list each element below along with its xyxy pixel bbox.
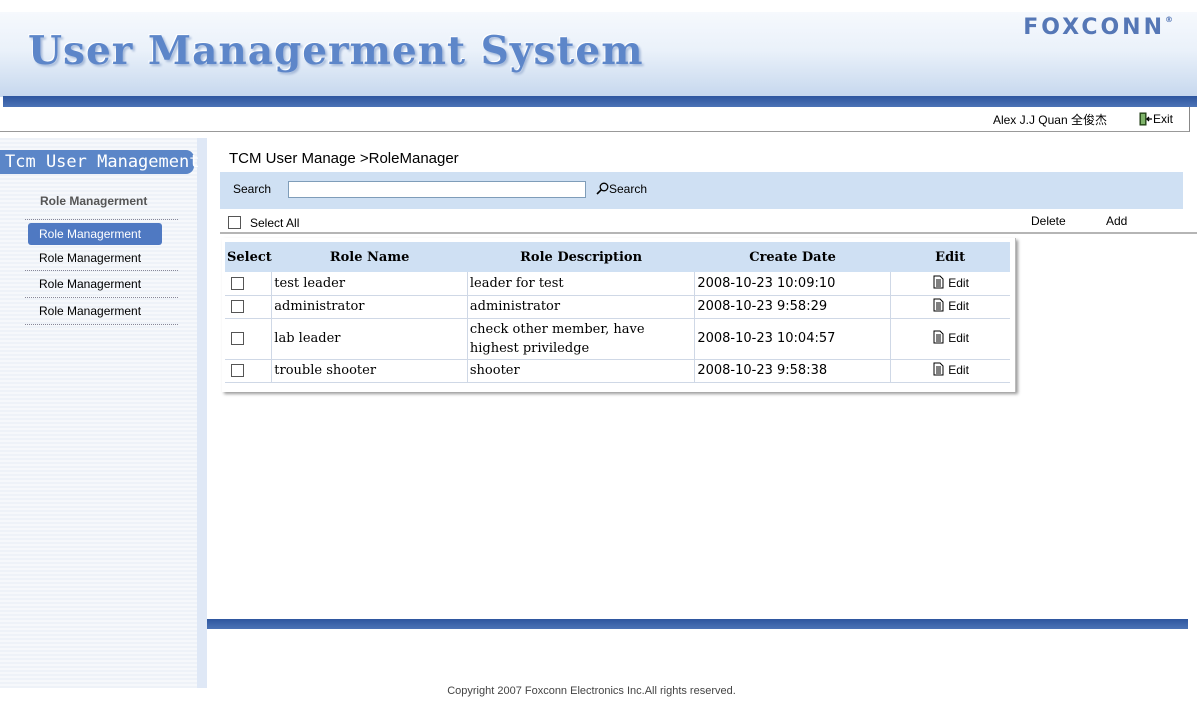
sidebar: Tcm User Management Role Managerment Rol… bbox=[0, 138, 207, 688]
select-all-label: Select All bbox=[250, 216, 300, 230]
select-all-checkbox[interactable] bbox=[228, 216, 241, 229]
row-select-cell bbox=[225, 272, 273, 296]
role-table: Select Role Name Role Description Create… bbox=[225, 242, 1010, 383]
edit-button[interactable]: Edit bbox=[932, 362, 969, 377]
sidebar-divider bbox=[25, 324, 178, 325]
role-table-container: Select Role Name Role Description Create… bbox=[222, 238, 1016, 392]
edit-label: Edit bbox=[948, 331, 969, 345]
search-button-label: Search bbox=[609, 182, 648, 196]
document-edit-icon bbox=[933, 275, 944, 289]
edit-cell: Edit bbox=[890, 359, 1010, 383]
sidebar-item-role-management-1[interactable]: Role Managerment bbox=[28, 223, 162, 245]
footer-divider-bar bbox=[207, 619, 1188, 629]
column-header-select: Select bbox=[227, 249, 272, 265]
column-header-create-date[interactable]: Create Date bbox=[695, 242, 890, 272]
sidebar-item-role-management-3[interactable]: Role Managerment bbox=[28, 273, 162, 295]
sidebar-panel: Tcm User Management Role Managerment Rol… bbox=[0, 138, 199, 688]
column-header-role-name[interactable]: Role Name bbox=[272, 242, 468, 272]
role-name-cell: test leader bbox=[271, 272, 468, 296]
role-name-cell: trouble shooter bbox=[271, 359, 468, 383]
document-edit-icon bbox=[933, 362, 944, 376]
app-title: User Managerment System bbox=[28, 28, 644, 74]
breadcrumb: TCM User Manage >RoleManager bbox=[229, 150, 459, 167]
app-header: User Managerment System FOXCONN® bbox=[0, 12, 1197, 97]
table-row: test leader leader for test 2008-10-23 1… bbox=[225, 272, 1010, 296]
copyright-notice: Copyright 2007 Foxconn Electronics Inc.A… bbox=[447, 685, 736, 697]
create-date-cell: 2008-10-23 10:09:10 bbox=[694, 272, 891, 296]
page-root: User Managerment System FOXCONN® Alex J.… bbox=[0, 0, 1197, 702]
create-date-cell: 2008-10-23 9:58:29 bbox=[694, 295, 891, 319]
delete-button[interactable]: Delete bbox=[1031, 214, 1066, 228]
edit-cell: Edit bbox=[890, 295, 1010, 319]
create-date-cell: 2008-10-23 10:04:57 bbox=[694, 318, 891, 360]
document-edit-icon bbox=[933, 298, 944, 312]
registered-mark: ® bbox=[1165, 15, 1173, 24]
row-select-cell bbox=[225, 359, 273, 383]
search-input[interactable] bbox=[288, 181, 586, 198]
sidebar-section-heading: Role Managerment bbox=[40, 194, 148, 208]
document-edit-icon bbox=[933, 330, 944, 344]
brand-name: FOXCONN bbox=[1023, 15, 1165, 40]
sidebar-item-role-management-4[interactable]: Role Managerment bbox=[28, 300, 162, 322]
search-label: Search bbox=[233, 182, 272, 196]
edit-label: Edit bbox=[948, 363, 969, 377]
row-checkbox[interactable] bbox=[231, 332, 244, 345]
exit-door-icon bbox=[1139, 112, 1153, 126]
table-action-row: Select All Delete Add bbox=[220, 214, 1197, 234]
search-button[interactable]: Search bbox=[596, 182, 647, 196]
row-select-cell bbox=[225, 295, 273, 319]
sidebar-divider bbox=[25, 297, 178, 298]
edit-label: Edit bbox=[948, 299, 969, 313]
table-row: trouble shooter shooter 2008-10-23 9:58:… bbox=[225, 359, 1010, 383]
current-user-name: Alex J.J Quan 全俊杰 bbox=[992, 113, 1107, 127]
role-description-cell: administrator bbox=[467, 295, 696, 319]
row-checkbox[interactable] bbox=[231, 300, 244, 313]
magnifier-icon bbox=[596, 182, 609, 195]
edit-button[interactable]: Edit bbox=[932, 330, 969, 345]
sidebar-title: Tcm User Management bbox=[0, 150, 199, 174]
table-row: administrator administrator 2008-10-23 9… bbox=[225, 295, 1010, 319]
role-description-cell: check other member, have highest privile… bbox=[467, 318, 696, 360]
role-description-cell: shooter bbox=[467, 359, 696, 383]
column-header-edit: Edit bbox=[935, 249, 966, 265]
create-date-cell: 2008-10-23 9:58:38 bbox=[694, 359, 891, 383]
user-strip: Alex J.J Quan 全俊杰 Exit bbox=[0, 107, 1190, 132]
column-header-role-description[interactable]: Role Description bbox=[467, 242, 694, 272]
edit-button[interactable]: Edit bbox=[932, 298, 969, 313]
row-checkbox[interactable] bbox=[231, 364, 244, 377]
edit-button[interactable]: Edit bbox=[932, 275, 969, 290]
exit-label: Exit bbox=[1152, 112, 1173, 126]
table-row: lab leader check other member, have high… bbox=[225, 318, 1010, 360]
row-select-cell bbox=[225, 318, 273, 360]
role-description-cell: leader for test bbox=[467, 272, 696, 296]
header-divider-bar bbox=[3, 96, 1197, 107]
row-checkbox[interactable] bbox=[231, 276, 244, 290]
add-button[interactable]: Add bbox=[1106, 214, 1127, 228]
exit-button[interactable]: Exit bbox=[1139, 112, 1173, 126]
foxconn-logo: FOXCONN® bbox=[1023, 15, 1173, 40]
role-name-cell: administrator bbox=[271, 295, 468, 319]
role-name-cell: lab leader bbox=[271, 318, 468, 360]
table-header-row: Select Role Name Role Description Create… bbox=[225, 242, 1010, 272]
sidebar-item-role-management-2[interactable]: Role Managerment bbox=[28, 247, 162, 269]
edit-cell: Edit bbox=[890, 318, 1010, 360]
search-bar: Search Search bbox=[220, 172, 1183, 209]
edit-label: Edit bbox=[948, 275, 969, 290]
sidebar-divider bbox=[25, 219, 178, 220]
edit-cell: Edit bbox=[890, 272, 1010, 296]
sidebar-divider bbox=[25, 270, 178, 271]
